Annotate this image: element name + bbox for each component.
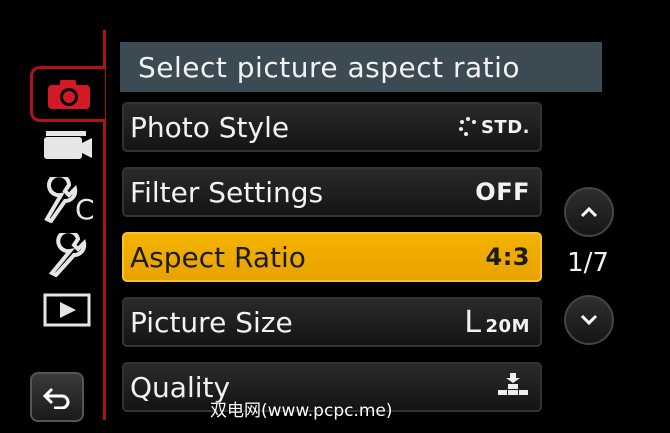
menu-item-value: STD. (458, 116, 530, 138)
video-camera-icon (44, 131, 92, 159)
setup-wrench-icon (48, 233, 87, 277)
chevron-down-icon (580, 314, 598, 326)
menu-item-label: Photo Style (130, 110, 290, 144)
menu-item-picture-size[interactable]: Picture Size L 20M (122, 297, 542, 347)
sidebar-tab-custom[interactable]: C (38, 177, 100, 223)
menu-list: Photo Style STD. Filter Settings OFF Asp… (122, 102, 542, 427)
menu-item-label: Filter Settings (130, 175, 324, 209)
sidebar-tab-playback[interactable] (42, 292, 92, 328)
sidebar-tab-motion-picture[interactable] (40, 128, 96, 164)
quality-fine-icon (498, 373, 528, 395)
chevron-up-icon (580, 206, 598, 218)
menu-item-photo-style[interactable]: Photo Style STD. (122, 102, 542, 152)
menu-item-aspect-ratio[interactable]: Aspect Ratio 4:3 (122, 232, 542, 282)
menu-item-value (496, 371, 530, 403)
menu-item-value: OFF (475, 178, 530, 206)
playback-icon (43, 293, 91, 327)
sidebar-tab-recording[interactable] (30, 66, 105, 122)
return-arrow-icon (42, 387, 70, 409)
camera-icon (48, 80, 90, 109)
menu-item-value: L 20M (464, 304, 530, 340)
menu-item-value: 4:3 (485, 243, 530, 271)
back-button[interactable] (30, 372, 84, 422)
watermark: 双电网(www.pcpc.me) (210, 401, 393, 421)
page-up-button[interactable] (564, 187, 614, 237)
menu-item-filter-settings[interactable]: Filter Settings OFF (122, 167, 542, 217)
sidebar-tab-setup[interactable] (44, 233, 92, 277)
page-down-button[interactable] (564, 295, 614, 345)
photo-style-std-icon (458, 117, 476, 136)
svg-text:C: C (75, 193, 95, 223)
page-indicator: 1/7 (567, 248, 609, 278)
page-title: Select picture aspect ratio (120, 42, 602, 92)
menu-item-label: Aspect Ratio (130, 240, 306, 274)
menu-item-label: Picture Size (130, 305, 293, 339)
custom-wrench-icon: C (44, 177, 95, 223)
